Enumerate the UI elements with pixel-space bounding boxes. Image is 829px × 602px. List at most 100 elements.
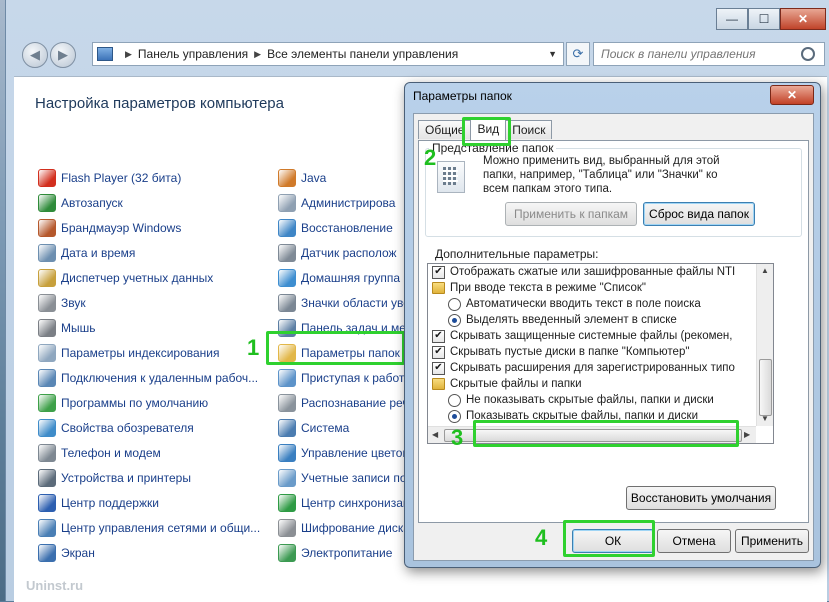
control-panel-item[interactable]: Диспетчер учетных данных (38, 265, 260, 290)
forward-button[interactable]: ▶ (50, 42, 76, 68)
advanced-settings-tree[interactable]: ✔ Отображать сжатые или зашифрованные фай… (427, 263, 774, 444)
tree-row-radio[interactable]: Выделять введенный элемент в списке (432, 312, 762, 328)
flash-icon (38, 168, 56, 187)
control-panel-item[interactable]: Система (278, 415, 413, 440)
view-tab-highlight (462, 117, 511, 146)
tree-row-checkbox[interactable]: ✔ Скрывать пустые диски в папке "Компьюте… (432, 344, 762, 360)
control-panel-item[interactable]: Java (278, 165, 413, 190)
tree-row-checkbox[interactable]: ✔ Скрывать защищенные системные файлы (ре… (432, 328, 762, 344)
page-title: Настройка параметров компьютера (35, 95, 284, 112)
checkbox-icon[interactable]: ✔ (432, 265, 445, 279)
control-panel-item[interactable]: Устройства и принтеры (38, 465, 260, 490)
control-panel-item[interactable]: Восстановление (278, 215, 413, 240)
vertical-scroll-thumb[interactable] (759, 359, 772, 416)
tree-row-label: Выделять введенный элемент в списке (466, 314, 677, 326)
control-panel-item-label: Значки области уве (301, 295, 410, 310)
tree-row-radio[interactable]: Не показывать скрытые файлы, папки и дис… (432, 392, 762, 408)
radio-icon[interactable] (448, 313, 461, 327)
apply-to-folders-button[interactable]: Применить к папкам (505, 202, 637, 226)
navigation-bar: ◀ ▶ ▶ Панель управления ▶ Все элементы п… (18, 40, 825, 68)
control-panel-item-label: Система (301, 420, 350, 435)
folder-view-icon (437, 161, 465, 193)
control-panel-item[interactable]: Администрирова (278, 190, 413, 215)
breadcrumb-control-panel[interactable]: Панель управления (138, 47, 248, 61)
speaker-icon (38, 293, 56, 312)
tree-row-label: Не показывать скрытые файлы, папки и дис… (466, 394, 714, 406)
breadcrumb-all-items[interactable]: Все элементы панели управления (267, 47, 458, 61)
control-panel-item[interactable]: Свойства обозревателя (38, 415, 260, 440)
control-panel-item[interactable]: Программы по умолчанию (38, 390, 260, 415)
apply-button[interactable]: Применить (735, 529, 809, 553)
restore-defaults-button[interactable]: Восстановить умолчания (626, 486, 776, 510)
remote-icon (38, 368, 56, 387)
control-panel-item-label: Датчик располож (301, 245, 397, 260)
back-button[interactable]: ◀ (22, 42, 48, 68)
vertical-scrollbar[interactable]: ▲ ▼ (756, 264, 773, 426)
control-panel-item-label: Подключения к удаленным рабоч... (61, 370, 259, 385)
control-panel-item[interactable]: Дата и время (38, 240, 260, 265)
control-panel-item[interactable]: Приступая к работе (278, 365, 413, 390)
radio-icon[interactable] (448, 409, 461, 423)
tree-row-radio[interactable]: Автоматически вводить текст в поле поиск… (432, 296, 762, 312)
address-bar[interactable]: ▶ Панель управления ▶ Все элементы панел… (92, 42, 564, 66)
cancel-button[interactable]: Отмена (657, 529, 731, 553)
radio-icon[interactable] (448, 393, 461, 407)
radio-icon[interactable] (448, 297, 461, 311)
scroll-up-icon[interactable]: ▲ (761, 266, 769, 275)
minimize-button[interactable]: — (716, 8, 748, 30)
tab-search[interactable]: Поиск (505, 120, 553, 139)
system-icon (278, 418, 296, 437)
control-panel-item-label: Звук (61, 295, 86, 310)
refresh-button[interactable]: ⟳ (566, 42, 590, 66)
control-panel-item[interactable]: Автозапуск (38, 190, 260, 215)
control-panel-item[interactable]: Центр синхронизац (278, 490, 413, 515)
control-panel-item[interactable]: Брандмауэр Windows (38, 215, 260, 240)
scroll-down-icon[interactable]: ▼ (761, 414, 769, 423)
dialog-title: Параметры папок (413, 89, 512, 103)
search-icon[interactable] (801, 47, 815, 61)
control-panel-item-label: Параметры индексирования (61, 345, 220, 360)
control-panel-item[interactable]: Звук (38, 290, 260, 315)
microphone-icon (278, 393, 296, 412)
admin-tools-icon (278, 193, 296, 212)
checkbox-icon[interactable]: ✔ (432, 361, 445, 375)
close-button[interactable]: ✕ (780, 8, 826, 30)
getting-started-icon (278, 368, 296, 387)
checkbox-icon[interactable]: ✔ (432, 345, 445, 359)
tree-row-checkbox[interactable]: ✔ Отображать сжатые или зашифрованные фай… (432, 264, 762, 280)
search-box[interactable] (593, 42, 825, 66)
control-panel-item[interactable]: Мышь (38, 315, 260, 340)
control-panel-item[interactable]: Датчик располож (278, 240, 413, 265)
annotation-1: 1 (247, 335, 260, 360)
control-panel-item-label: Мышь (61, 320, 96, 335)
scroll-right-icon[interactable]: ▶ (744, 430, 750, 439)
scroll-left-icon[interactable]: ◀ (432, 430, 438, 439)
control-panel-item[interactable]: Параметры индексирования (38, 340, 260, 365)
homegroup-icon (278, 268, 296, 287)
mouse-icon (38, 318, 56, 337)
tree-row-checkbox[interactable]: ✔ Скрывать расширения для зарегистрирован… (432, 360, 762, 376)
checkbox-icon[interactable]: ✔ (432, 329, 445, 343)
control-panel-item[interactable]: Телефон и модем (38, 440, 260, 465)
dialog-close-button[interactable]: ✕ (770, 85, 814, 105)
control-panel-item[interactable]: Значки области уве (278, 290, 413, 315)
control-panel-item[interactable]: Управление цветом (278, 440, 413, 465)
control-panel-item[interactable]: Учетные записи по (278, 465, 413, 490)
control-panel-item[interactable]: Центр поддержки (38, 490, 260, 515)
tree-rows: ✔ Отображать сжатые или зашифрованные фай… (432, 264, 762, 424)
control-panel-item-label: Телефон и модем (61, 445, 161, 460)
control-panel-item[interactable]: Электропитание (278, 540, 413, 565)
control-panel-item[interactable]: Домашняя группа (278, 265, 413, 290)
power-icon (278, 543, 296, 562)
control-panel-item[interactable]: Распознавание реч (278, 390, 413, 415)
control-panel-item[interactable]: Экран (38, 540, 260, 565)
control-panel-item-label: Свойства обозревателя (61, 420, 194, 435)
address-dropdown-icon[interactable]: ▼ (548, 49, 557, 59)
reset-folders-button[interactable]: Сброс вида папок (643, 202, 755, 226)
control-panel-item[interactable]: Flash Player (32 бита) (38, 165, 260, 190)
control-panel-item[interactable]: Подключения к удаленным рабоч... (38, 365, 260, 390)
maximize-button[interactable]: ☐ (748, 8, 780, 30)
search-input[interactable] (599, 46, 793, 62)
control-panel-item[interactable]: Центр управления сетями и общи... (38, 515, 260, 540)
control-panel-item[interactable]: Шифрование диска (278, 515, 413, 540)
